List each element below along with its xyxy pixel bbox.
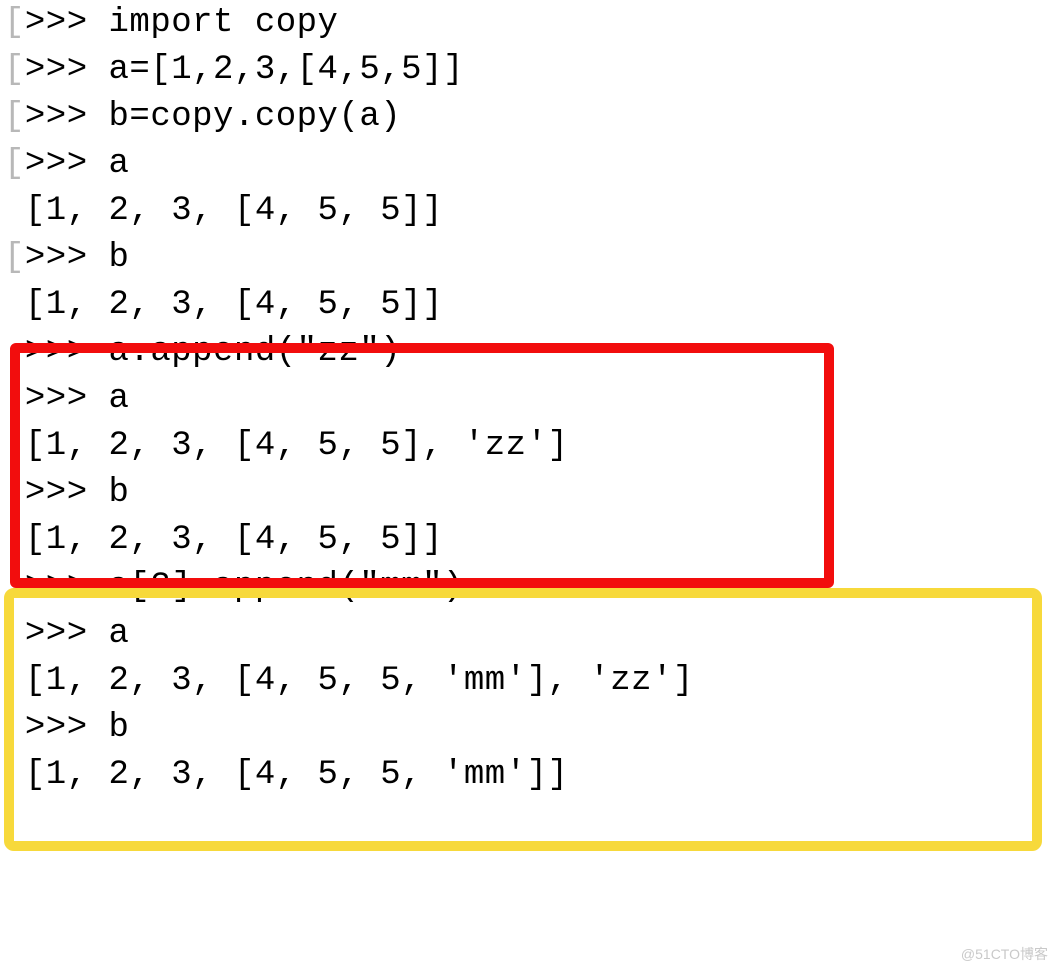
code-line: [>>> import copy (4, 0, 1050, 47)
gutter-bracket: [ (4, 239, 25, 277)
code-line: [1, 2, 3, [4, 5, 5]] (4, 282, 1050, 329)
gutter-bracket: [ (4, 145, 25, 183)
gutter-bracket: [ (4, 98, 25, 136)
code-line: [>>> b (4, 235, 1050, 282)
code-line: [>>> a=[1,2,3,[4,5,5]] (4, 47, 1050, 94)
gutter-bracket (4, 192, 25, 230)
gutter-bracket: [ (4, 4, 25, 42)
code-text: >>> a (25, 145, 130, 183)
code-text: [1, 2, 3, [4, 5, 5]] (25, 192, 443, 230)
code-text: >>> import copy (25, 4, 339, 42)
code-line: [1, 2, 3, [4, 5, 5]] (4, 188, 1050, 235)
code-text: >>> b (25, 239, 130, 277)
code-text: >>> b=copy.copy(a) (25, 98, 401, 136)
code-line: [>>> a (4, 141, 1050, 188)
highlight-shallow-copy-nested (4, 588, 1042, 851)
gutter-bracket (4, 286, 25, 324)
code-text: [1, 2, 3, [4, 5, 5]] (25, 286, 443, 324)
gutter-bracket: [ (4, 51, 25, 89)
code-line: [>>> b=copy.copy(a) (4, 94, 1050, 141)
watermark: @51CTO博客 (961, 944, 1048, 964)
highlight-shallow-copy-top-level (10, 343, 834, 588)
code-text: >>> a=[1,2,3,[4,5,5]] (25, 51, 464, 89)
